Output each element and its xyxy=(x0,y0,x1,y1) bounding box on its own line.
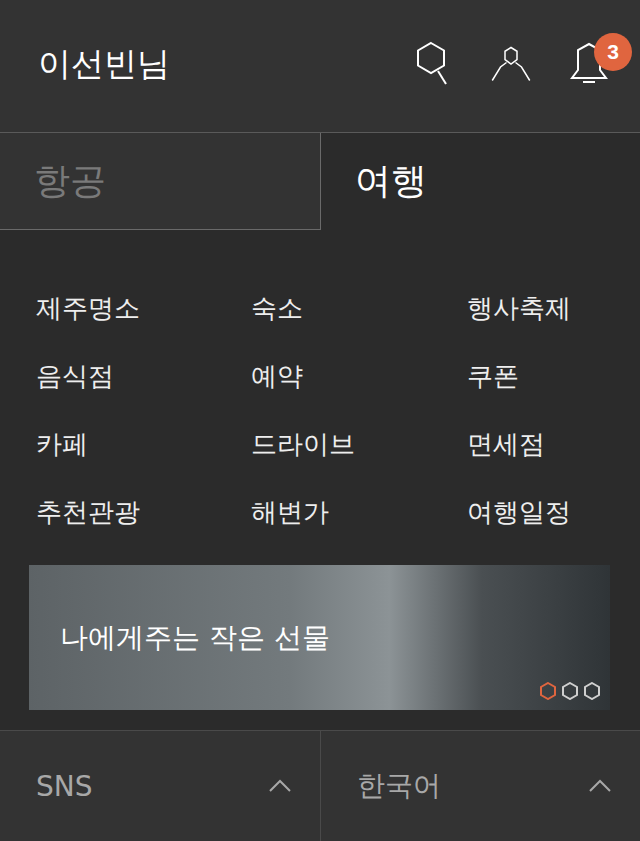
slide-indicator-icon[interactable] xyxy=(540,682,556,700)
menu-item[interactable]: 해변가 xyxy=(251,478,467,546)
promo-banner[interactable]: 나에게주는 작은 선물 xyxy=(29,565,610,710)
menu-item[interactable]: 행사축제 xyxy=(467,274,640,342)
chevron-up-icon xyxy=(588,779,612,793)
travel-menu-screen: 이선빈님 3 항공여행제주명소숙소행사축제음식점예약쿠폰카페드라이브면세점추천관광해… xyxy=(0,0,640,841)
menu-item[interactable]: 예약 xyxy=(251,342,467,410)
header: 이선빈님 3 xyxy=(0,0,640,133)
menu-item[interactable]: 카페 xyxy=(36,410,251,478)
slide-indicators xyxy=(540,682,600,700)
chevron-up-icon xyxy=(268,779,292,793)
footer-dropdown[interactable]: SNS xyxy=(0,731,321,841)
notification-badge: 3 xyxy=(594,33,632,71)
menu-item[interactable]: 음식점 xyxy=(36,342,251,410)
menu-grid: 제주명소숙소행사축제음식점예약쿠폰카페드라이브면세점추천관광해변가여행일정 xyxy=(0,230,640,546)
menu-item[interactable]: 면세점 xyxy=(467,410,640,478)
menu-item[interactable]: 숙소 xyxy=(251,274,467,342)
tab[interactable]: 여행 xyxy=(321,133,640,230)
profile-button[interactable] xyxy=(490,39,532,89)
search-icon xyxy=(415,41,451,87)
menu-item[interactable]: 여행일정 xyxy=(467,478,640,546)
tab[interactable]: 항공 xyxy=(0,133,321,230)
header-actions: 3 xyxy=(412,39,610,89)
tab-bar: 항공여행 xyxy=(0,133,640,230)
banner-title: 나에게주는 작은 선물 xyxy=(60,619,330,657)
user-name: 이선빈님 xyxy=(38,42,170,87)
search-button[interactable] xyxy=(412,39,454,89)
menu-item[interactable]: 추천관광 xyxy=(36,478,251,546)
menu-item[interactable]: 드라이브 xyxy=(251,410,467,478)
notifications-button[interactable]: 3 xyxy=(568,39,610,89)
slide-indicator-icon[interactable] xyxy=(562,682,578,700)
footer-dropdown[interactable]: 한국어 xyxy=(321,731,640,841)
menu-item[interactable]: 제주명소 xyxy=(36,274,251,342)
user-icon xyxy=(490,40,532,88)
footer: SNS한국어 xyxy=(0,730,640,841)
slide-indicator-icon[interactable] xyxy=(584,682,600,700)
menu-item[interactable]: 쿠폰 xyxy=(467,342,640,410)
